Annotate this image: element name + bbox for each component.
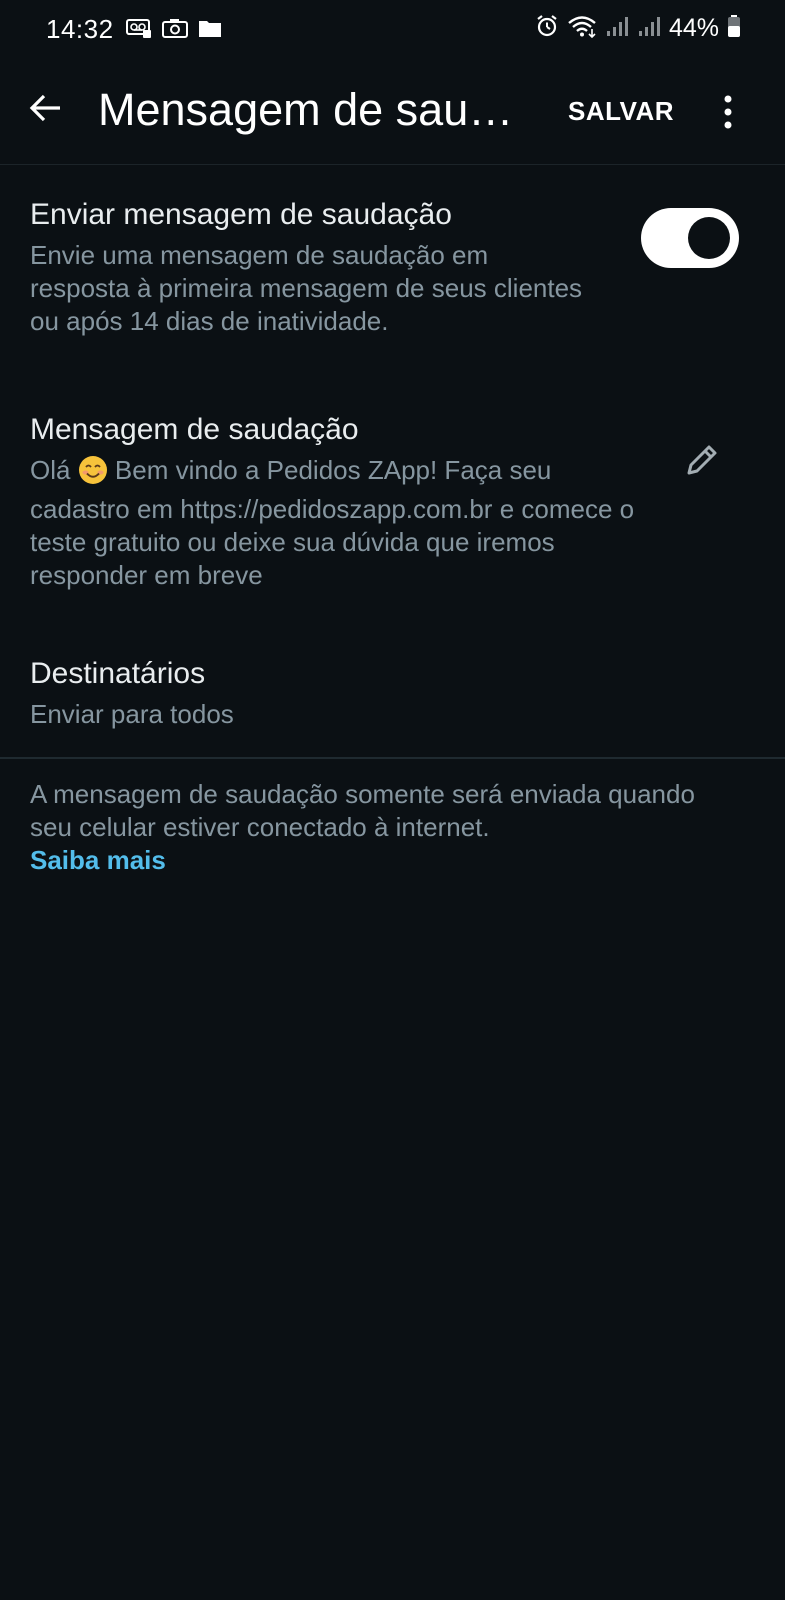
more-options-button[interactable] <box>714 90 742 134</box>
greeting-text-start: Olá <box>30 455 78 485</box>
smiling-face-emoji-icon <box>78 455 108 493</box>
greeting-message-text: Olá Bem vindo a Pedidos ZApp! Faça seu c… <box>30 454 650 592</box>
signal-icon <box>605 15 629 42</box>
recipients-setting[interactable]: Destinatários Enviar para todos <box>30 656 730 731</box>
page-title: Mensagem de saudação <box>98 84 538 135</box>
recipients-value: Enviar para todos <box>30 699 234 729</box>
greeting-text-rest: Bem vindo a Pedidos ZApp! Faça seu cadas… <box>30 455 635 590</box>
greeting-message-settings-screen: 14:32 44% Mensagem de saudaç SALVAR Envi… <box>0 0 785 1600</box>
status-notification-icons <box>126 18 222 43</box>
battery-percent: 44% <box>668 14 719 42</box>
send-greeting-toggle[interactable] <box>641 208 739 268</box>
camera-icon <box>162 18 188 43</box>
voicemail-icon <box>126 18 152 43</box>
greeting-message-title: Mensagem de saudação <box>30 413 359 446</box>
recipients-title: Destinatários <box>30 657 206 690</box>
status-bar: 14:32 44% <box>0 0 785 60</box>
send-greeting-setting: Enviar mensagem de saudação Envie uma me… <box>30 197 590 338</box>
section-divider <box>0 757 785 759</box>
more-vertical-icon <box>724 95 732 129</box>
pencil-icon <box>687 445 717 475</box>
send-greeting-title: Enviar mensagem de saudação <box>30 198 452 231</box>
edit-greeting-button[interactable] <box>682 440 722 480</box>
back-button[interactable] <box>24 86 68 130</box>
app-bar: Mensagem de saudação SALVAR <box>0 60 785 165</box>
arrow-left-icon <box>29 94 60 122</box>
footer-note: A mensagem de saudação somente será envi… <box>30 778 730 877</box>
battery-icon <box>727 14 741 43</box>
toggle-knob <box>688 217 730 259</box>
status-time: 14:32 <box>46 14 114 44</box>
status-system-icons: 44% <box>535 14 741 43</box>
folder-icon <box>198 18 222 43</box>
greeting-message-setting[interactable]: Mensagem de saudação Olá Bem vindo a Ped… <box>30 412 650 592</box>
signal-icon <box>637 15 661 42</box>
alarm-icon <box>535 14 559 43</box>
wifi-icon <box>567 14 597 43</box>
send-greeting-description: Envie uma mensagem de saudação em respos… <box>30 240 583 336</box>
footer-note-text: A mensagem de saudação somente será envi… <box>30 779 695 842</box>
save-button[interactable]: SALVAR <box>568 96 674 127</box>
learn-more-link[interactable]: Saiba mais <box>30 845 166 875</box>
